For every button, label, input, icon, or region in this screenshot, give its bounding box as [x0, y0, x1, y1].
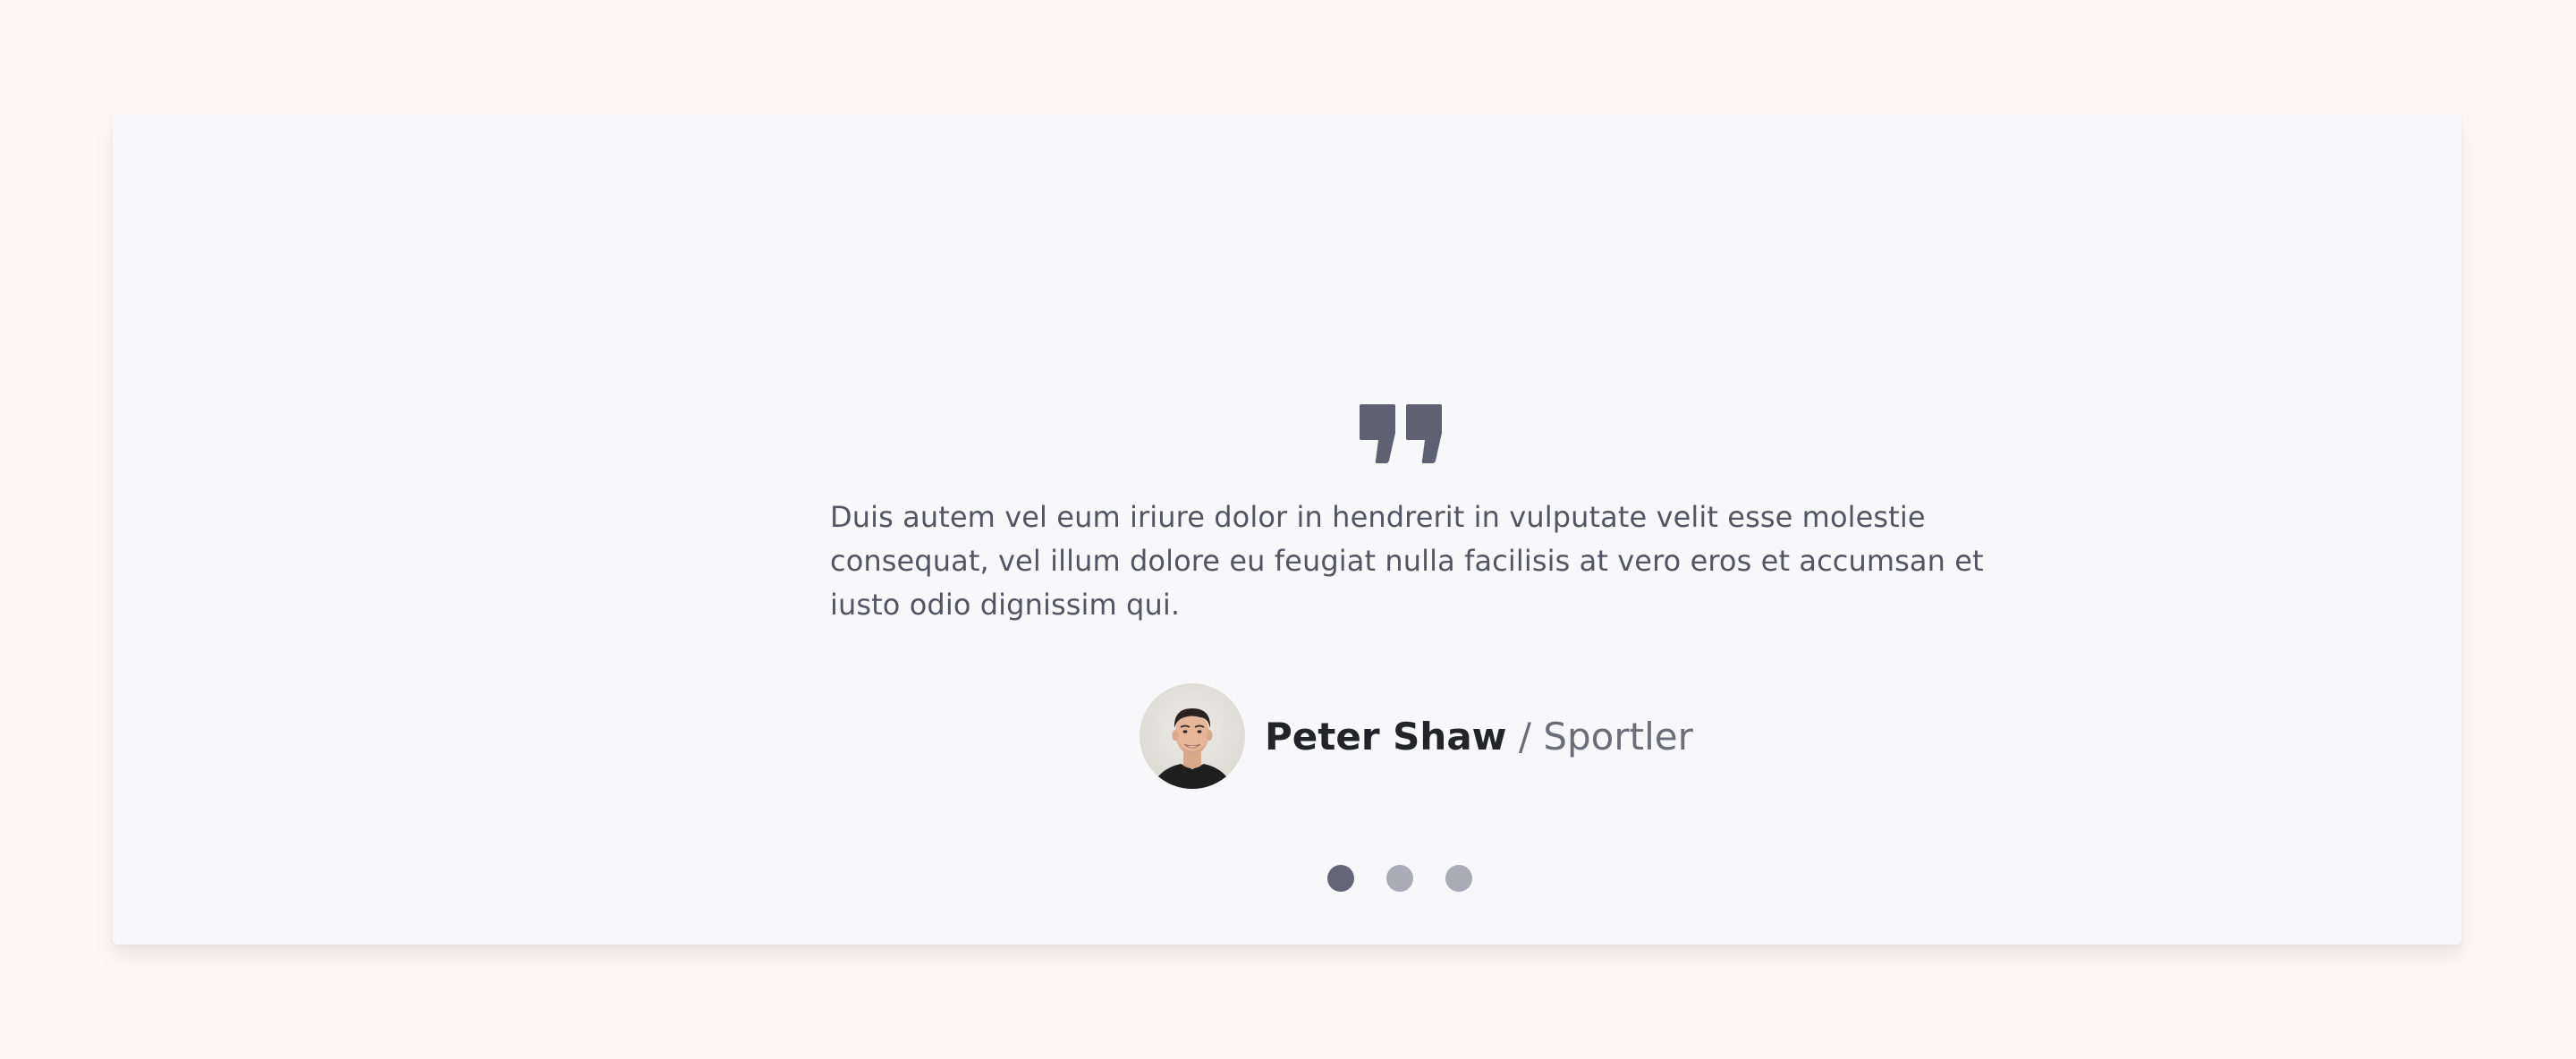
- carousel-dot-1[interactable]: [1327, 865, 1354, 892]
- carousel-pagination: [1327, 865, 1472, 892]
- quote-icon: [1360, 404, 1442, 463]
- author-name: Peter Shaw: [1265, 714, 1507, 758]
- author-line: Peter Shaw / Sportler: [1265, 715, 1693, 758]
- avatar: [1140, 683, 1245, 789]
- carousel-dot-3[interactable]: [1445, 865, 1472, 892]
- author-role: Sportler: [1543, 714, 1693, 758]
- author-separator: /: [1518, 714, 1531, 758]
- testimonial-quote: Duis autem vel eum iriure dolor in hendr…: [830, 500, 1984, 622]
- person-portrait-icon: [1140, 683, 1245, 789]
- testimonial-author: Peter Shaw / Sportler: [1140, 683, 1693, 789]
- testimonial-card: Duis autem vel eum iriure dolor in hendr…: [113, 114, 2462, 945]
- carousel-dot-2[interactable]: [1386, 865, 1413, 892]
